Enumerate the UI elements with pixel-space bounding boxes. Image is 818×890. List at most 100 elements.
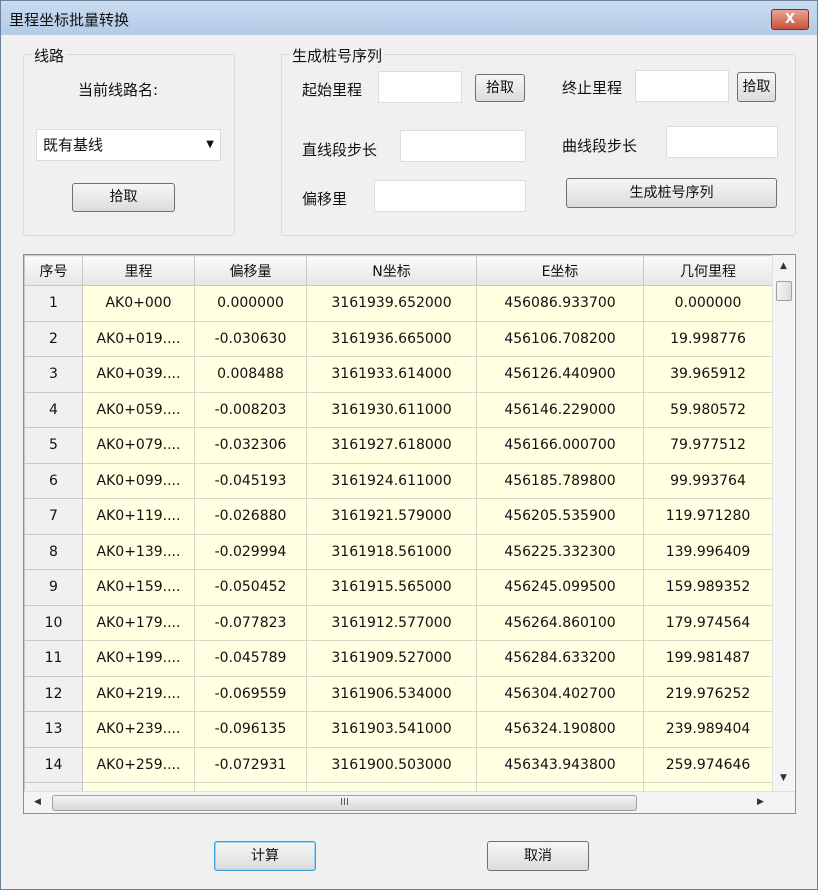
cell-offset[interactable]: -0.045789 bbox=[194, 640, 307, 677]
cell-mileage[interactable]: AK0+119.... bbox=[82, 498, 195, 535]
table-row[interactable]: 4 AK0+059.... -0.008203 3161930.611000 45614… bbox=[24, 391, 773, 428]
cell-n-coordinate[interactable]: 3161915.565000 bbox=[306, 569, 477, 606]
table-row[interactable]: 9 AK0+159.... -0.050452 3161915.565000 45624… bbox=[24, 569, 773, 606]
cell-e-coordinate[interactable]: 456106.708200 bbox=[476, 320, 644, 357]
cell-n-coordinate[interactable]: 3161927.618000 bbox=[306, 427, 477, 464]
cell-n-coordinate[interactable]: 3161909.527000 bbox=[306, 640, 477, 677]
cell-n-coordinate[interactable]: 3161918.561000 bbox=[306, 533, 477, 570]
cell-e-coordinate[interactable]: 456284.633200 bbox=[476, 640, 644, 677]
generate-sequence-button[interactable]: 生成桩号序列 bbox=[566, 178, 777, 208]
curve-step-input[interactable] bbox=[666, 126, 778, 158]
end-mileage-input[interactable] bbox=[635, 70, 729, 102]
cell-geometric-mileage[interactable]: 59.980572 bbox=[643, 391, 773, 428]
column-header-row-number[interactable]: 序号 bbox=[24, 255, 83, 286]
scroll-left-icon[interactable]: ◀ bbox=[34, 797, 41, 807]
cell-offset[interactable]: -0.008203 bbox=[194, 391, 307, 428]
scroll-up-icon[interactable]: ▲ bbox=[780, 261, 787, 271]
cell-n-coordinate[interactable]: 3161906.534000 bbox=[306, 675, 477, 712]
cell-geometric-mileage[interactable]: 159.989352 bbox=[643, 569, 773, 606]
cell-offset[interactable]: -0.050452 bbox=[194, 569, 307, 606]
vertical-scrollbar[interactable]: ▲ ▼ bbox=[772, 255, 794, 791]
column-header-n-coordinate[interactable]: N坐标 bbox=[306, 255, 477, 286]
cell-mileage[interactable]: AK0+079.... bbox=[82, 427, 195, 464]
cell-e-coordinate[interactable]: 456264.860100 bbox=[476, 604, 644, 641]
cell-geometric-mileage[interactable]: 119.971280 bbox=[643, 498, 773, 535]
table-row[interactable]: 5 AK0+079.... -0.032306 3161927.618000 45616… bbox=[24, 427, 773, 464]
cell-row-number[interactable]: 9 bbox=[24, 569, 83, 606]
table-row[interactable]: 14 AK0+259.... -0.072931 3161900.503000 4563… bbox=[24, 746, 773, 783]
cell-e-coordinate[interactable]: 456324.190800 bbox=[476, 711, 644, 748]
cell-e-coordinate[interactable]: 456225.332300 bbox=[476, 533, 644, 570]
scroll-down-icon[interactable]: ▼ bbox=[780, 773, 787, 783]
cell-geometric-mileage[interactable]: 239.989404 bbox=[643, 711, 773, 748]
cell-e-coordinate[interactable]: 456205.535900 bbox=[476, 498, 644, 535]
cell-mileage[interactable]: AK0+099.... bbox=[82, 462, 195, 499]
compute-button[interactable]: 计算 bbox=[214, 841, 316, 871]
route-pick-button[interactable]: 拾取 bbox=[72, 183, 175, 212]
cell-mileage[interactable]: AK0+199.... bbox=[82, 640, 195, 677]
cell-geometric-mileage[interactable]: 79.977512 bbox=[643, 427, 773, 464]
cell-mileage[interactable]: AK0+259.... bbox=[82, 746, 195, 783]
cell-geometric-mileage[interactable]: 99.993764 bbox=[643, 462, 773, 499]
cell-geometric-mileage[interactable]: 19.998776 bbox=[643, 320, 773, 357]
cell-row-number[interactable]: 3 bbox=[24, 356, 83, 393]
cell-geometric-mileage[interactable]: 219.976252 bbox=[643, 675, 773, 712]
cell-row-number[interactable]: 4 bbox=[24, 391, 83, 428]
table-row[interactable]: 6 AK0+099.... -0.045193 3161924.611000 45618… bbox=[24, 462, 773, 499]
column-header-e-coordinate[interactable]: E坐标 bbox=[476, 255, 644, 286]
cell-mileage[interactable]: AK0+019.... bbox=[82, 320, 195, 357]
cell-offset[interactable]: 0.008488 bbox=[194, 356, 307, 393]
cell-e-coordinate[interactable]: 456185.789800 bbox=[476, 462, 644, 499]
cell-row-number[interactable]: 13 bbox=[24, 711, 83, 748]
cell-e-coordinate[interactable]: 456126.440900 bbox=[476, 356, 644, 393]
table-row[interactable]: 8 AK0+139.... -0.029994 3161918.561000 45622… bbox=[24, 533, 773, 570]
start-pick-button[interactable]: 拾取 bbox=[475, 74, 525, 102]
cell-mileage[interactable]: AK0+239.... bbox=[82, 711, 195, 748]
table-row[interactable]: 2 AK0+019.... -0.030630 3161936.665000 45610… bbox=[24, 320, 773, 357]
cell-e-coordinate[interactable]: 456146.229000 bbox=[476, 391, 644, 428]
cell-row-number[interactable]: 11 bbox=[24, 640, 83, 677]
cell-offset[interactable]: -0.077823 bbox=[194, 604, 307, 641]
column-header-mileage[interactable]: 里程 bbox=[82, 255, 195, 286]
cell-row-number[interactable]: 10 bbox=[24, 604, 83, 641]
column-header-offset[interactable]: 偏移量 bbox=[194, 255, 307, 286]
column-header-geometric-mileage[interactable]: 几何里程 bbox=[643, 255, 773, 286]
cell-offset[interactable]: 0.000000 bbox=[194, 285, 307, 322]
cell-mileage[interactable]: AK0+059.... bbox=[82, 391, 195, 428]
cell-row-number[interactable]: 7 bbox=[24, 498, 83, 535]
table-row[interactable]: 7 AK0+119.... -0.026880 3161921.579000 45620… bbox=[24, 498, 773, 535]
cell-n-coordinate[interactable]: 3161939.652000 bbox=[306, 285, 477, 322]
cell-n-coordinate[interactable]: 3161903.541000 bbox=[306, 711, 477, 748]
cell-e-coordinate[interactable]: 456086.933700 bbox=[476, 285, 644, 322]
offset-input[interactable] bbox=[374, 180, 526, 212]
cell-offset[interactable]: -0.029994 bbox=[194, 533, 307, 570]
start-mileage-input[interactable] bbox=[378, 71, 462, 103]
cell-e-coordinate[interactable]: 456343.943800 bbox=[476, 746, 644, 783]
vertical-scroll-thumb[interactable] bbox=[776, 281, 792, 301]
cell-geometric-mileage[interactable]: 199.981487 bbox=[643, 640, 773, 677]
cell-n-coordinate[interactable]: 3161921.579000 bbox=[306, 498, 477, 535]
cell-row-number[interactable]: 2 bbox=[24, 320, 83, 357]
cell-row-number[interactable]: 12 bbox=[24, 675, 83, 712]
cell-offset[interactable]: -0.072931 bbox=[194, 746, 307, 783]
horizontal-scroll-thumb[interactable]: III bbox=[52, 795, 637, 811]
cell-mileage[interactable]: AK0+179.... bbox=[82, 604, 195, 641]
cell-mileage[interactable]: AK0+219.... bbox=[82, 675, 195, 712]
cell-n-coordinate[interactable]: 3161912.577000 bbox=[306, 604, 477, 641]
table-row[interactable]: 12 AK0+219.... -0.069559 3161906.534000 4563… bbox=[24, 675, 773, 712]
cell-n-coordinate[interactable]: 3161933.614000 bbox=[306, 356, 477, 393]
cell-geometric-mileage[interactable]: 139.996409 bbox=[643, 533, 773, 570]
cell-n-coordinate[interactable]: 3161900.503000 bbox=[306, 746, 477, 783]
cell-n-coordinate[interactable]: 3161924.611000 bbox=[306, 462, 477, 499]
cell-mileage[interactable]: AK0+000 bbox=[82, 285, 195, 322]
cell-n-coordinate[interactable]: 3161930.611000 bbox=[306, 391, 477, 428]
horizontal-scrollbar[interactable]: ◀ III ▶ bbox=[24, 791, 795, 813]
cell-row-number[interactable]: 6 bbox=[24, 462, 83, 499]
cancel-button[interactable]: 取消 bbox=[487, 841, 589, 871]
table-row[interactable]: 11 AK0+199.... -0.045789 3161909.527000 4562… bbox=[24, 640, 773, 677]
straight-step-input[interactable] bbox=[400, 130, 526, 162]
cell-geometric-mileage[interactable]: 39.965912 bbox=[643, 356, 773, 393]
cell-e-coordinate[interactable]: 456245.099500 bbox=[476, 569, 644, 606]
cell-offset[interactable]: -0.026880 bbox=[194, 498, 307, 535]
cell-row-number[interactable]: 8 bbox=[24, 533, 83, 570]
